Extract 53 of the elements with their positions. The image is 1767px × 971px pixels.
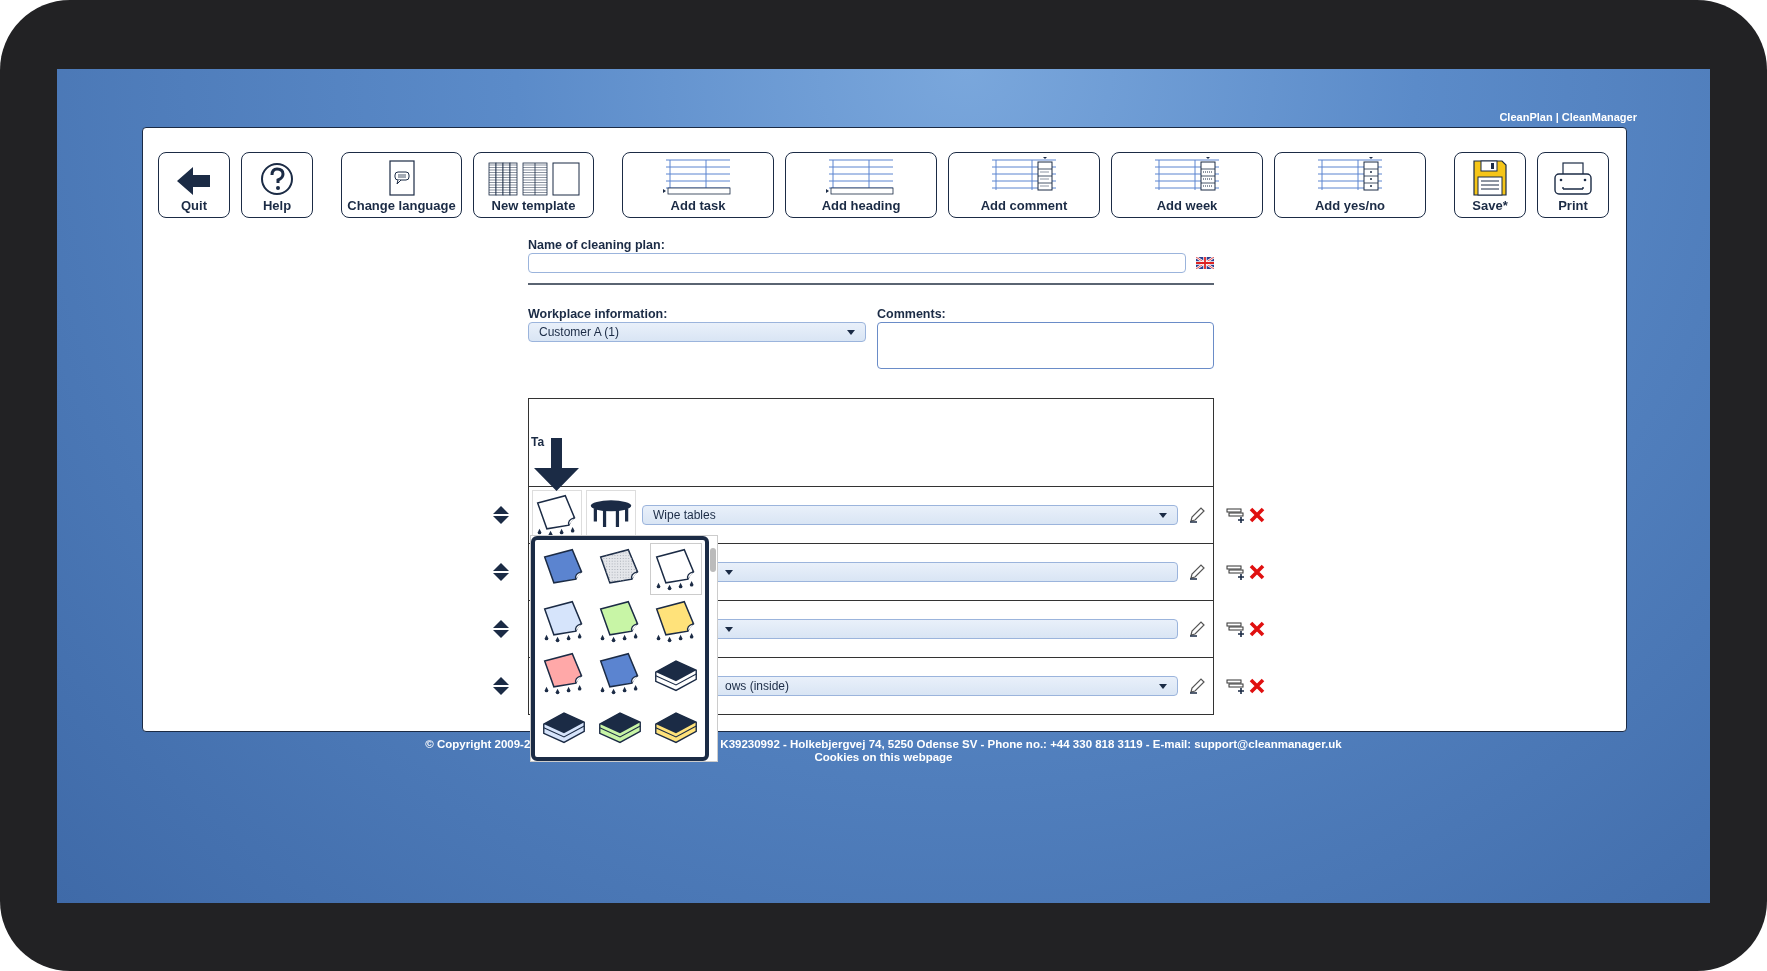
caret-icon bbox=[725, 626, 733, 632]
section-heading: Ta bbox=[531, 435, 545, 449]
back-arrow-icon bbox=[177, 166, 211, 196]
help-icon bbox=[260, 162, 294, 196]
toolbar-button[interactable]: New template bbox=[473, 152, 594, 218]
address-text: K39230992 - Holkebjergvej 74, 5250 Odense SV - Phone no.: +44 330 818 3119 - E-mail: support@cleanmanager.uk bbox=[720, 738, 1342, 751]
pencil-icon[interactable] bbox=[1188, 677, 1206, 695]
copyright-text: © Copyright 2009-2 bbox=[425, 738, 531, 751]
toolbar-button[interactable]: Save* bbox=[1454, 152, 1526, 218]
brand-text: CleanPlan | CleanManager bbox=[1499, 111, 1637, 124]
toolbar-button[interactable]: Add task bbox=[622, 152, 774, 218]
down-arrow-icon bbox=[533, 438, 580, 492]
toolbar-button[interactable]: Change language bbox=[341, 152, 462, 218]
flag-icon[interactable] bbox=[1196, 257, 1214, 269]
delete-icon[interactable] bbox=[1249, 506, 1265, 523]
add-row-icon[interactable] bbox=[1226, 506, 1246, 523]
caret-icon bbox=[847, 329, 855, 335]
toolbar-button[interactable]: Add yes/no bbox=[1274, 152, 1426, 218]
sort-arrows-icon[interactable] bbox=[492, 618, 510, 639]
pencil-icon[interactable] bbox=[1188, 563, 1206, 581]
toolbar-button[interactable]: Add week bbox=[1111, 152, 1263, 218]
sort-arrows-icon[interactable] bbox=[492, 561, 510, 582]
sort-arrows-icon[interactable] bbox=[492, 504, 510, 525]
toolbar-button[interactable]: Quit bbox=[158, 152, 230, 218]
add-row-icon[interactable] bbox=[1226, 563, 1246, 580]
name-input-field[interactable] bbox=[528, 253, 1186, 273]
toolbar-button[interactable]: Add comment bbox=[948, 152, 1100, 218]
cookies-link[interactable]: Cookies on this webpage bbox=[814, 751, 953, 764]
printer-icon bbox=[1553, 162, 1593, 196]
add-row-icon[interactable] bbox=[1226, 620, 1246, 637]
caret-icon bbox=[725, 569, 733, 575]
delete-icon[interactable] bbox=[1249, 678, 1265, 694]
toolbar-button[interactable]: Print bbox=[1537, 152, 1609, 218]
pencil-icon[interactable] bbox=[1188, 506, 1206, 524]
field-label: Name of cleaning plan: bbox=[528, 238, 666, 253]
delete-icon[interactable] bbox=[1249, 563, 1265, 580]
scrollbar-thumb[interactable] bbox=[710, 548, 716, 572]
comments-field[interactable] bbox=[877, 322, 1214, 369]
caret-icon bbox=[1159, 512, 1167, 518]
task-dropdown[interactable]: Wipe tables bbox=[642, 505, 1178, 525]
sort-arrows-icon[interactable] bbox=[492, 676, 510, 696]
delete-icon[interactable] bbox=[1249, 620, 1265, 637]
table-icon bbox=[662, 156, 734, 196]
field-label: Workplace information: bbox=[528, 307, 669, 322]
pencil-icon[interactable] bbox=[1188, 620, 1206, 638]
workplace-dropdown[interactable]: Customer A (1) bbox=[528, 322, 866, 342]
toolbar-button[interactable]: Help bbox=[241, 152, 313, 218]
caret-icon bbox=[1159, 683, 1167, 689]
field-label: Comments: bbox=[877, 307, 947, 322]
table-icon bbox=[825, 156, 897, 196]
toolbar-button[interactable]: Add heading bbox=[785, 152, 937, 218]
speech-document-icon bbox=[388, 160, 415, 196]
add-row-icon[interactable] bbox=[1226, 678, 1246, 694]
